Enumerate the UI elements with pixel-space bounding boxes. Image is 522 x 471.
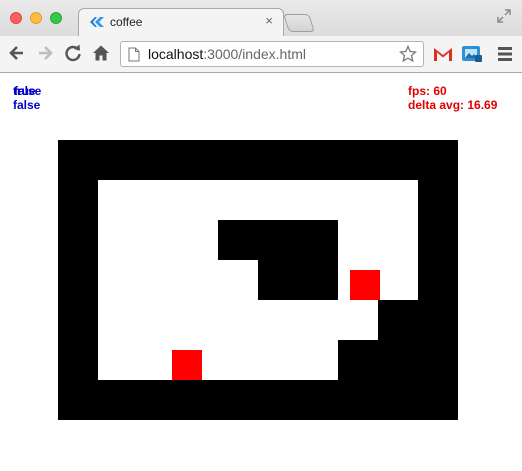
wall-tile <box>218 380 258 420</box>
address-bar[interactable]: localhost:3000/index.html <box>120 41 424 67</box>
wall-tile <box>298 140 338 180</box>
minimize-window-button[interactable] <box>30 12 42 24</box>
wall-tile <box>258 380 298 420</box>
wall-tile <box>58 140 98 180</box>
close-window-button[interactable] <box>10 12 22 24</box>
star-icon[interactable] <box>399 45 417 63</box>
debug-flag-row-2: false <box>13 98 40 112</box>
wall-tile <box>378 300 418 340</box>
wall-tile <box>338 140 378 180</box>
menu-icon[interactable] <box>494 45 516 63</box>
wall-tile <box>418 140 458 180</box>
zoom-window-button[interactable] <box>50 12 62 24</box>
browser-toolbar: localhost:3000/index.html <box>0 36 522 72</box>
wall-tile <box>418 300 458 340</box>
page-icon <box>128 47 140 62</box>
wall-tile <box>58 220 98 260</box>
wall-tile <box>258 220 298 260</box>
picture-extension-icon[interactable] <box>461 45 483 63</box>
url-text: localhost:3000/index.html <box>148 46 306 62</box>
debug-flag-row-1: true false <box>13 84 42 98</box>
url-path: :3000/index.html <box>203 46 306 62</box>
wall-tile <box>218 220 258 260</box>
wall-tile <box>298 260 338 300</box>
wall-tile <box>138 140 178 180</box>
wall-tile <box>98 140 138 180</box>
url-host: localhost <box>148 46 204 62</box>
wall-tile <box>378 140 418 180</box>
wall-tile <box>258 140 298 180</box>
debug-flag-a-overlay: false <box>14 84 42 98</box>
player-sprite <box>350 270 380 300</box>
debug-flag-b: false <box>13 98 41 112</box>
wall-tile <box>418 220 458 260</box>
wall-tile <box>178 140 218 180</box>
new-tab-button[interactable] <box>283 14 315 32</box>
wall-tile <box>418 340 458 380</box>
game-canvas[interactable] <box>58 140 458 420</box>
wall-tile <box>58 340 98 380</box>
debug-flags: true false false <box>13 84 42 112</box>
wall-tile <box>58 180 98 220</box>
tab-close-icon[interactable]: × <box>265 13 273 28</box>
wall-tile <box>338 380 378 420</box>
home-icon[interactable] <box>91 43 111 63</box>
tab-coffee[interactable]: coffee × <box>78 8 284 36</box>
wall-tile <box>58 380 98 420</box>
wall-tile <box>378 380 418 420</box>
wall-tile <box>98 380 138 420</box>
debug-stats: fps: 60 delta avg: 16.69 <box>408 84 497 112</box>
gmail-icon[interactable] <box>432 45 454 63</box>
reload-icon[interactable] <box>63 43 83 63</box>
back-arrow-icon[interactable] <box>7 43 27 63</box>
browser-chrome: coffee × localhost:3000/index.html <box>0 0 522 73</box>
wall-tile <box>58 260 98 300</box>
wall-tile <box>178 380 218 420</box>
wall-tile <box>298 380 338 420</box>
wall-tile <box>58 300 98 340</box>
wall-tile <box>138 380 178 420</box>
wall-tile <box>378 340 418 380</box>
wall-tile <box>418 380 458 420</box>
delta-avg-readout: delta avg: 16.69 <box>408 98 498 112</box>
wall-tile <box>418 260 458 300</box>
wall-tile <box>418 180 458 220</box>
enemy-sprite <box>172 350 202 380</box>
wall-tile <box>258 260 298 300</box>
wall-tile <box>218 140 258 180</box>
tab-title: coffee <box>110 15 143 29</box>
fps-readout: fps: 60 <box>408 84 447 98</box>
wall-tile <box>298 220 338 260</box>
coffeescript-favicon-icon <box>90 17 104 27</box>
fullscreen-icon[interactable] <box>496 8 512 24</box>
wall-tile <box>338 340 378 380</box>
forward-arrow-icon[interactable] <box>35 43 55 63</box>
